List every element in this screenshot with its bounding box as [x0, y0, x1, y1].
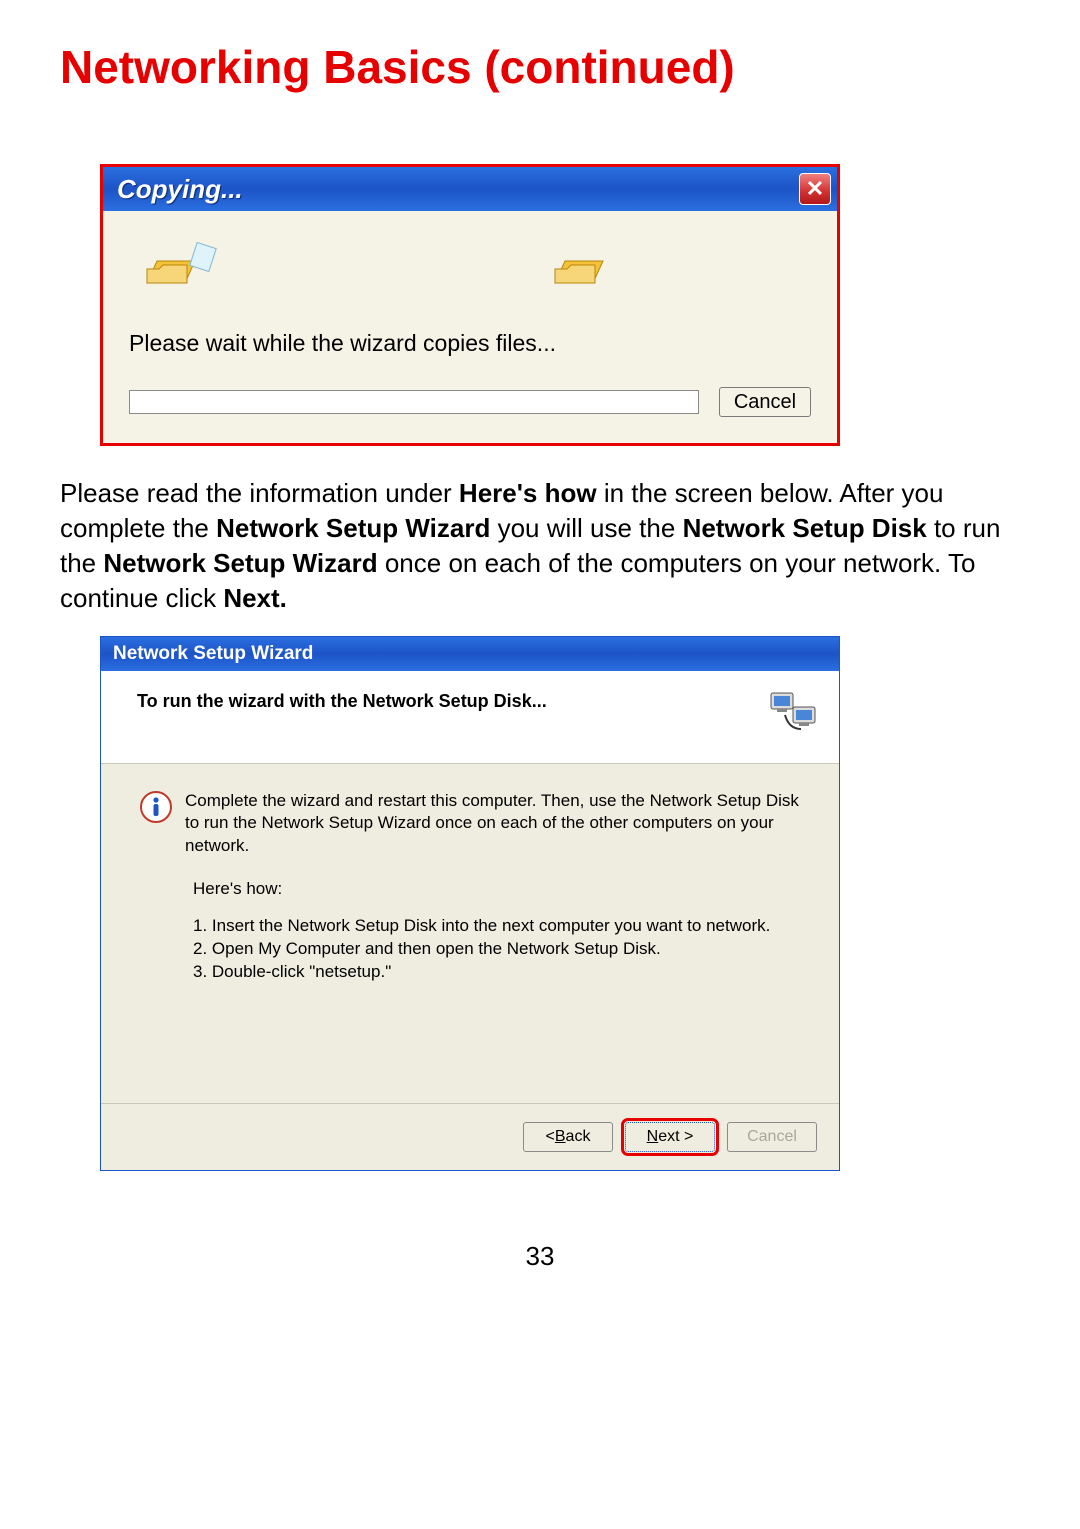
paragraph-text: you will use the [490, 513, 682, 543]
steps-list: 1. Insert the Network Setup Disk into th… [193, 915, 805, 984]
paragraph-bold-3: Network Setup Disk [683, 513, 927, 543]
nsw-header: To run the wizard with the Network Setup… [101, 671, 839, 764]
copying-titlebar: Copying... ✕ [103, 167, 837, 211]
nsw-window-title: Network Setup Wizard [113, 643, 313, 665]
info-text: Complete the wizard and restart this com… [185, 790, 805, 856]
paragraph-bold-4: Network Setup Wizard [103, 548, 377, 578]
nsw-body: Complete the wizard and restart this com… [101, 764, 839, 1103]
network-computers-icon [765, 685, 821, 741]
close-icon: ✕ [806, 178, 824, 200]
cancel-button[interactable]: Cancel [719, 387, 811, 417]
section-title: Networking Basics (continued) [60, 40, 1020, 94]
network-setup-wizard-dialog: Network Setup Wizard To run the wizard w… [100, 636, 840, 1171]
copy-animation [129, 229, 811, 322]
back-button[interactable]: < Back [523, 1122, 613, 1152]
copying-message: Please wait while the wizard copies file… [129, 330, 811, 357]
step-2: 2. Open My Computer and then open the Ne… [193, 938, 805, 961]
nsw-footer: < Back Next > Cancel [101, 1103, 839, 1170]
step-3: 3. Double-click "netsetup." [193, 961, 805, 984]
folder-dest-icon [549, 243, 613, 304]
progress-bar [129, 390, 699, 414]
paragraph-bold-2: Network Setup Wizard [216, 513, 490, 543]
paragraph-text: Please read the information under [60, 478, 459, 508]
nsw-titlebar: Network Setup Wizard [101, 637, 839, 671]
copying-progress-row: Cancel [129, 387, 811, 417]
info-row: Complete the wizard and restart this com… [139, 790, 805, 856]
close-button[interactable]: ✕ [799, 173, 831, 205]
copying-title: Copying... [117, 174, 243, 205]
step-1: 1. Insert the Network Setup Disk into th… [193, 915, 805, 938]
cancel-button-nsw: Cancel [727, 1122, 817, 1152]
paragraph-bold-1: Here's how [459, 478, 597, 508]
next-button[interactable]: Next > [625, 1122, 715, 1152]
copying-dialog: Copying... ✕ [100, 164, 840, 446]
heres-how-label: Here's how: [193, 879, 805, 899]
paragraph-bold-5: Next. [223, 583, 287, 613]
copying-body: Please wait while the wizard copies file… [103, 211, 837, 443]
page-number: 33 [60, 1241, 1020, 1272]
instruction-paragraph: Please read the information under Here's… [60, 476, 1020, 616]
nsw-header-text: To run the wizard with the Network Setup… [137, 685, 547, 712]
info-icon [139, 790, 173, 829]
folder-source-icon [139, 239, 229, 308]
